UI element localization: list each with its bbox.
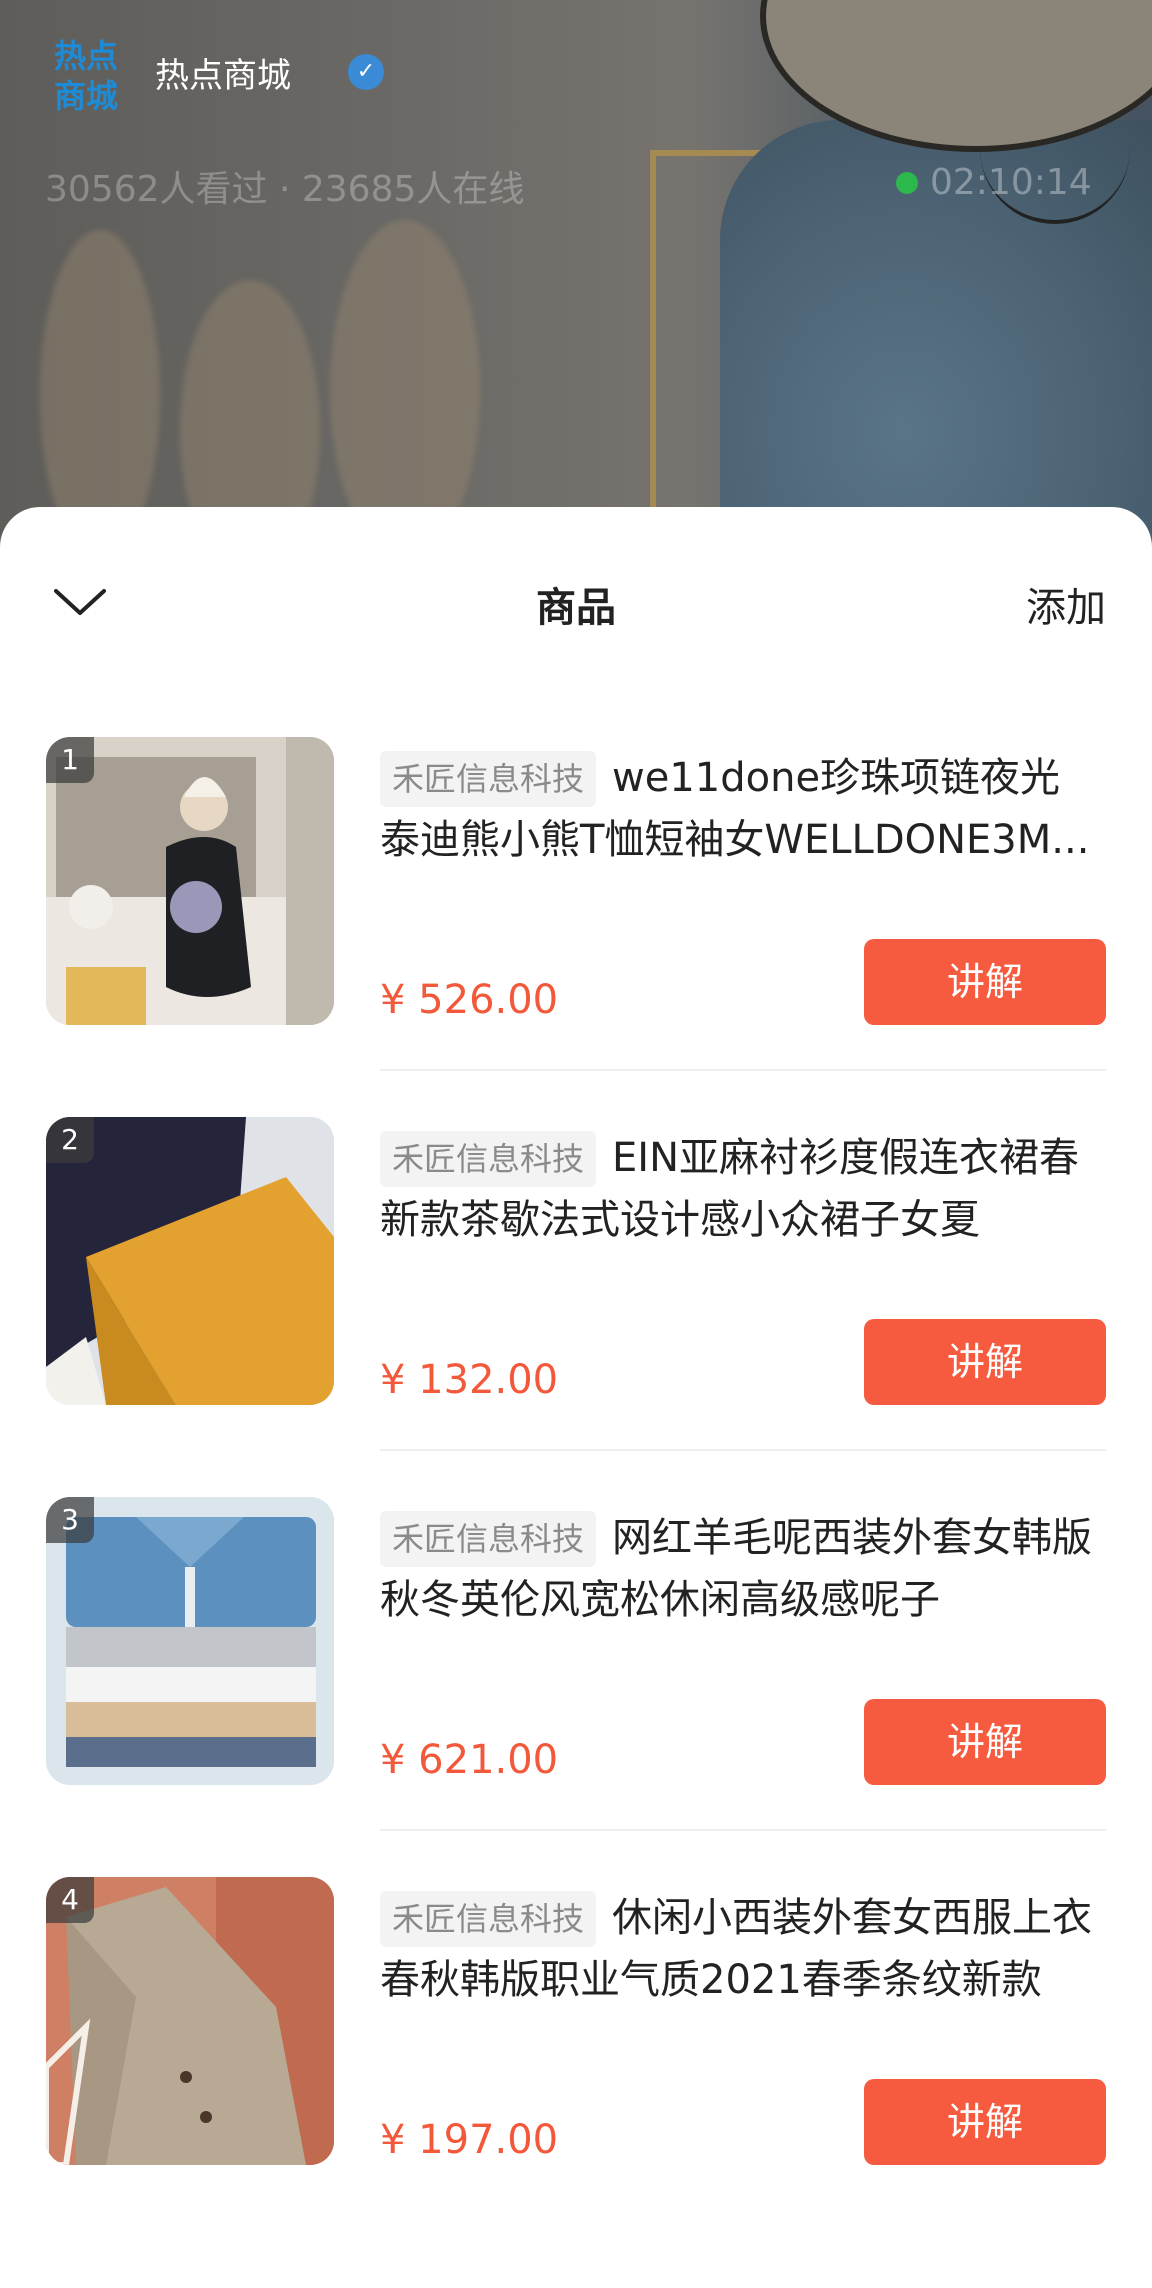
live-duration: 02:10:14 bbox=[930, 162, 1092, 203]
shop-logo[interactable]: 热点 商城 bbox=[46, 36, 126, 118]
product-item[interactable]: 3 网红羊毛呢西装外套女韩版秋冬英伦风宽松休闲高级感呢子 禾匠信息科技 ¥ 62… bbox=[0, 1267, 1152, 1831]
viewer-stats: 30562人看过 · 23685人在线 bbox=[45, 169, 525, 210]
verified-badge-icon: ✓ bbox=[348, 54, 384, 90]
product-item[interactable]: 1 we11done珍珠项链夜光泰迪熊小熊T恤短袖女WELLDONE3M... … bbox=[0, 507, 1152, 1071]
logo-line2: 商城 bbox=[53, 77, 118, 115]
logo-line1: 热点 bbox=[53, 37, 118, 75]
product-index: 3 bbox=[46, 1497, 94, 1543]
shop-tag: 禾匠信息科技 bbox=[380, 1511, 597, 1567]
shop-tag: 禾匠信息科技 bbox=[380, 1131, 597, 1187]
live-status-dot bbox=[896, 172, 918, 194]
product-index: 1 bbox=[46, 737, 94, 783]
product-thumbnail[interactable]: 4 bbox=[46, 1877, 334, 2165]
explain-button[interactable]: 讲解 bbox=[864, 2079, 1106, 2165]
shop-name[interactable]: 热点商城 bbox=[155, 48, 291, 97]
product-item[interactable]: 4 休闲小西装外套女西服上衣春秋韩版职业气质2021春季条纹新款 禾匠信息科技 … bbox=[0, 1647, 1152, 2165]
product-index: 2 bbox=[46, 1117, 94, 1163]
product-price: ¥ 197.00 bbox=[380, 2117, 559, 2163]
product-index: 4 bbox=[46, 1877, 94, 1923]
product-item[interactable]: 2 EIN亚麻衬衫度假连衣裙春新款茶歇法式设计感小众裙子女夏 禾匠信息科技 ¥ … bbox=[0, 887, 1152, 1451]
shop-tag: 禾匠信息科技 bbox=[380, 751, 597, 807]
shop-tag: 禾匠信息科技 bbox=[380, 1891, 597, 1947]
